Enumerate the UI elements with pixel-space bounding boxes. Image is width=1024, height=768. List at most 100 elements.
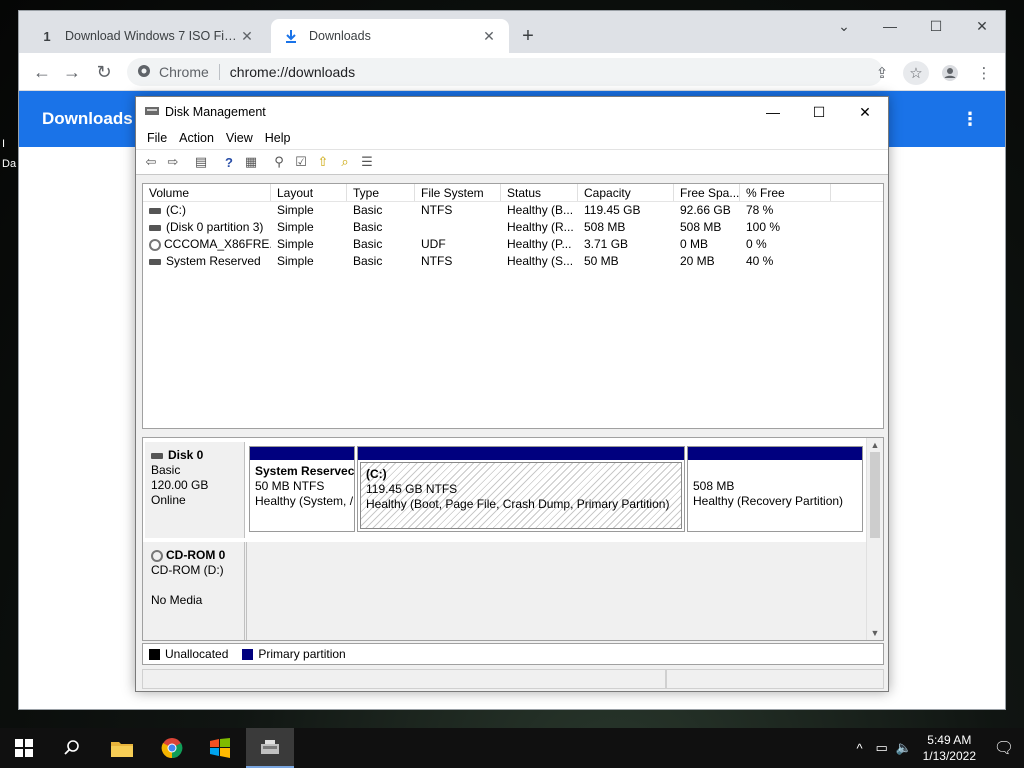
maximize-icon[interactable]: ☐ [796,97,842,127]
forward-arrow-icon[interactable]: ⇨ [162,152,184,172]
menu-help[interactable]: Help [259,127,297,149]
back-arrow-icon[interactable]: ⇦ [140,152,162,172]
chrome-icon [137,64,151,81]
close-window-icon[interactable]: ✕ [842,97,888,127]
tab-title: Download Windows 7 ISO File (U [65,29,239,43]
column-percent-free[interactable]: % Free [740,184,831,201]
menu-action[interactable]: Action [173,127,220,149]
clock-date: 1/13/2022 [922,749,976,763]
table-row[interactable]: CCCOMA_X86FRE... Simple Basic UDF Health… [143,236,883,253]
desktop-fragment: Da [2,158,17,170]
clock[interactable]: 5:49 AM 1/13/2022 [915,732,984,764]
tab-download-windows7[interactable]: 1 Download Windows 7 ISO File (U ✕ [27,19,267,53]
column-volume[interactable]: Volume [143,184,271,201]
cell-type: Basic [353,237,383,251]
close-tab-icon[interactable]: ✕ [481,28,497,45]
partition-name: System Reservec [255,464,354,478]
scroll-thumb[interactable] [870,452,880,538]
partition-status: Healthy (Boot, Page File, Crash Dump, Pr… [366,497,670,511]
cell-type: Basic [353,254,383,268]
downloads-menu-icon[interactable]: ⋮ [961,109,979,130]
search-icon[interactable]: ⌕ [334,152,356,172]
scroll-down-icon[interactable]: ▼ [867,626,883,640]
cell-fs [415,219,501,236]
cell-capacity: 119.45 GB [584,203,641,217]
partition-recovery[interactable]: 508 MB Healthy (Recovery Partition) [687,446,863,532]
connect-drive-icon[interactable]: ⚲ [268,152,290,172]
back-icon[interactable]: ← [31,61,53,83]
windows-logo-icon [15,739,33,757]
disk-state: Online [151,493,186,507]
profile-icon[interactable] [937,61,963,85]
page-title: Downloads [42,109,133,128]
menu-file[interactable]: File [141,127,173,149]
up-folder-icon[interactable]: ⇧ [312,152,334,172]
partition-c[interactable]: (C:) 119.45 GB NTFS Healthy (Boot, Page … [357,446,685,532]
kebab-menu-icon[interactable]: ⋮ [971,61,997,85]
taskbar: ^ ▭ 🔈 5:49 AM 1/13/2022 🗨 [0,728,1024,768]
column-free-space[interactable]: Free Spa... [674,184,740,201]
notifications-icon[interactable]: 🗨 [984,738,1024,758]
volume-muted-icon[interactable]: 🔈 [893,740,915,756]
volume-name: (C:) [166,203,186,217]
close-tab-icon[interactable]: ✕ [239,28,255,45]
address-bar[interactable]: Chrome chrome://downloads [127,58,883,86]
tab-downloads[interactable]: Downloads ✕ [271,19,509,53]
chevron-up-icon[interactable]: ^ [849,741,871,756]
volume-name: System Reserved [166,254,261,268]
column-type[interactable]: Type [347,184,415,201]
disk-0-row: Disk 0 Basic 120.00 GB Online System Res… [143,442,867,538]
minimize-icon[interactable]: — [867,11,913,41]
toolbar: ← → ↻ Chrome chrome://downloads ⇪ ☆ ⋮ [19,53,1005,91]
cdrom-0-label[interactable]: CD-ROM 0 CD-ROM (D:) No Media [145,542,245,640]
cell-status: Healthy (S... [507,254,574,268]
forward-icon[interactable]: → [61,61,83,83]
system-tray: ^ ▭ 🔈 5:49 AM 1/13/2022 🗨 [849,728,1024,768]
disk-management-window: Disk Management — ☐ ✕ File Action View H… [135,96,889,692]
properties-icon[interactable]: ▦ [240,152,262,172]
cdrom-media: No Media [151,593,203,607]
file-explorer-icon[interactable] [98,728,146,768]
bookmark-star-icon[interactable]: ☆ [903,61,929,85]
reload-icon[interactable]: ↻ [93,61,115,83]
start-button[interactable] [0,728,48,768]
volume-list: Volume Layout Type File System Status Ca… [142,183,884,429]
cell-capacity: 3.71 GB [584,237,629,251]
disk-management-icon [145,105,159,117]
search-icon[interactable] [48,728,96,768]
partition-size: 119.45 GB NTFS [366,482,458,496]
show-hide-console-icon[interactable]: ▤ [190,152,212,172]
close-window-icon[interactable]: ✕ [959,11,1005,41]
table-row[interactable]: System Reserved Simple Basic NTFS Health… [143,253,883,270]
table-row[interactable]: (Disk 0 partition 3) Simple Basic Health… [143,219,883,236]
windows7-taskbar-icon[interactable] [196,728,244,768]
column-status[interactable]: Status [501,184,578,201]
network-icon[interactable]: ▭ [871,740,893,756]
disk-management-taskbar-icon[interactable] [246,728,294,768]
partition-size: 508 MB [693,479,735,493]
chrome-taskbar-icon[interactable] [148,728,196,768]
share-icon[interactable]: ⇪ [869,61,895,85]
maximize-icon[interactable]: ☐ [913,11,959,41]
tab-strip: 1 Download Windows 7 ISO File (U ✕ Downl… [19,11,1005,53]
minimize-icon[interactable]: — [750,97,796,127]
column-file-system[interactable]: File System [415,184,501,201]
partition-system-reserved[interactable]: System Reservec 50 MB NTFS Healthy (Syst… [249,446,355,532]
clock-time: 5:49 AM [927,733,972,747]
disk-0-label[interactable]: Disk 0 Basic 120.00 GB Online [145,442,245,538]
check-icon[interactable]: ☑ [290,152,312,172]
tab-search-icon[interactable]: ⌄ [821,11,867,41]
new-tab-button[interactable]: + [517,25,539,47]
menu-view[interactable]: View [220,127,259,149]
table-row[interactable]: (C:) Simple Basic NTFS Healthy (B... 119… [143,202,883,219]
legend: Unallocated Primary partition [142,643,884,665]
column-layout[interactable]: Layout [271,184,347,201]
volume-list-header: Volume Layout Type File System Status Ca… [143,184,883,202]
cell-free: 20 MB [680,254,715,268]
column-capacity[interactable]: Capacity [578,184,674,201]
scroll-up-icon[interactable]: ▲ [867,438,883,452]
view-list-icon[interactable]: ☰ [356,152,378,172]
vertical-scrollbar[interactable]: ▲ ▼ [866,438,883,640]
help-icon[interactable]: ? [218,152,240,172]
cell-layout: Simple [277,254,314,268]
